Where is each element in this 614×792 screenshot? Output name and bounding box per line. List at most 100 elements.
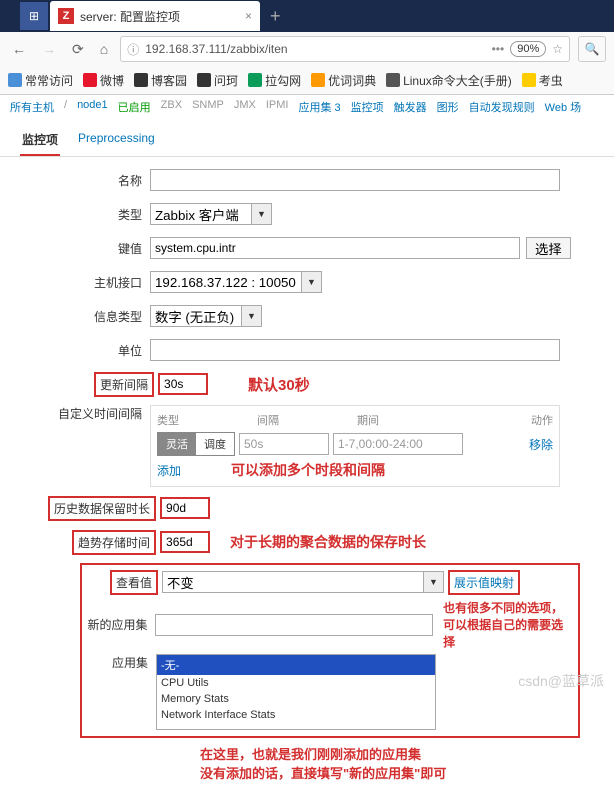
breadcrumb-link[interactable]: 图形 — [437, 99, 459, 115]
url-text: 192.168.37.111/zabbix/iten — [145, 42, 485, 56]
chevron-down-icon[interactable]: ▼ — [251, 204, 271, 224]
bookmark-star-icon[interactable]: ☆ — [552, 42, 563, 56]
trend-label: 趋势存储时间 — [72, 530, 156, 555]
bookmark-item[interactable]: 微博 — [83, 72, 124, 89]
interface-select[interactable]: ▼ — [150, 271, 322, 293]
show-value-label: 查看值 — [110, 570, 158, 595]
interface-label: 主机接口 — [20, 274, 150, 291]
update-interval-label: 更新间隔 — [94, 372, 154, 397]
zabbix-favicon-icon: Z — [58, 8, 74, 24]
annotation: 可以添加多个时段和间隔 — [231, 460, 385, 480]
app-option[interactable]: -无- — [157, 655, 435, 675]
tab-item[interactable]: 监控项 — [20, 125, 60, 156]
key-input[interactable] — [150, 237, 520, 259]
update-interval-input[interactable] — [158, 373, 208, 395]
custom-interval-label: 自定义时间间隔 — [20, 405, 150, 422]
breadcrumb: 所有主机 / node1 已启用 ZBX SNMP JMX IPMI 应用集 3… — [0, 95, 614, 119]
annotation: 没有添加的话，直接填写"新的应用集"即可 — [200, 763, 594, 782]
new-tab-button[interactable]: + — [260, 6, 291, 27]
col-type: 类型 — [157, 412, 257, 428]
new-app-label: 新的应用集 — [86, 616, 155, 633]
breadcrumb-tag: JMX — [234, 99, 256, 115]
url-input[interactable]: ⓘ 192.168.37.111/zabbix/iten ••• 90% ☆ — [120, 36, 570, 62]
info-type-label: 信息类型 — [20, 308, 150, 325]
info-type-select[interactable]: ▼ — [150, 305, 262, 327]
info-icon[interactable]: ⓘ — [127, 41, 139, 58]
browser-chrome: ⊞ Z server: 配置监控项 × + ← → ⟳ ⌂ ⓘ 192.168.… — [0, 0, 614, 95]
breadcrumb-link[interactable]: 自动发现规则 — [469, 99, 535, 115]
history-input[interactable] — [160, 497, 210, 519]
app-option[interactable]: CPU Utils — [157, 675, 435, 691]
unit-input[interactable] — [150, 339, 560, 361]
tab-bar: ⊞ Z server: 配置监控项 × + — [0, 0, 614, 32]
breadcrumb-link[interactable]: 所有主机 — [10, 99, 54, 115]
value-map-link[interactable]: 展示值映射 — [448, 570, 520, 595]
home-button[interactable]: ⌂ — [96, 39, 112, 59]
breadcrumb-link[interactable]: 触发器 — [394, 99, 427, 115]
bookmark-item[interactable]: 常常访问 — [8, 72, 73, 89]
breadcrumb-link[interactable]: 应用集 3 — [298, 99, 340, 115]
interval-period-input[interactable] — [333, 433, 463, 455]
bookmark-item[interactable]: 问珂 — [197, 72, 238, 89]
annotation: 在这里，也就是我们刚刚添加的应用集 — [200, 744, 594, 763]
breadcrumb-link[interactable]: node1 — [77, 99, 108, 115]
app-option[interactable]: Memory Stats — [157, 691, 435, 707]
remove-link[interactable]: 移除 — [529, 436, 553, 453]
app-label: 应用集 — [86, 654, 156, 671]
chevron-down-icon[interactable]: ▼ — [301, 272, 321, 292]
zoom-badge[interactable]: 90% — [510, 41, 546, 57]
browser-logo-icon: ⊞ — [20, 2, 48, 30]
bookmark-item[interactable]: 优词词典 — [311, 72, 376, 89]
unit-label: 单位 — [20, 342, 150, 359]
breadcrumb-link[interactable]: 监控项 — [351, 99, 384, 115]
custom-interval-box: 类型 间隔 期间 动作 灵活 调度 移除 添加 可以添加多个时段和间隔 — [150, 405, 560, 487]
annotation: 也有很多不同的选项， — [443, 599, 574, 616]
col-action: 动作 — [497, 412, 553, 428]
bookmark-item[interactable]: 考虫 — [522, 72, 563, 89]
show-value-select[interactable]: ▼ — [162, 571, 444, 593]
address-bar: ← → ⟳ ⌂ ⓘ 192.168.37.111/zabbix/iten •••… — [0, 32, 614, 66]
tab-preprocessing[interactable]: Preprocessing — [76, 125, 157, 156]
browser-tab[interactable]: Z server: 配置监控项 × — [50, 1, 260, 31]
forward-button[interactable]: → — [38, 39, 60, 59]
breadcrumb-tag: IPMI — [266, 99, 289, 115]
bookmark-item[interactable]: Linux命令大全(手册) — [386, 72, 512, 89]
key-label: 键值 — [20, 240, 150, 257]
search-button[interactable]: 🔍 — [578, 36, 606, 62]
app-listbox[interactable]: -无- CPU Utils Memory Stats Network Inter… — [156, 654, 436, 730]
breadcrumb-link[interactable]: Web 场 — [545, 99, 581, 115]
page-tabs: 监控项 Preprocessing — [0, 119, 614, 157]
new-app-input[interactable] — [155, 614, 433, 636]
history-label: 历史数据保留时长 — [48, 496, 156, 521]
col-interval: 间隔 — [257, 412, 357, 428]
chevron-down-icon[interactable]: ▼ — [241, 306, 261, 326]
interval-value-input[interactable] — [239, 433, 329, 455]
annotation: 可以根据自己的需要选择 — [443, 616, 574, 650]
type-label: 类型 — [20, 206, 150, 223]
trend-input[interactable] — [160, 531, 210, 553]
type-select[interactable]: ▼ — [150, 203, 272, 225]
tab-title: server: 配置监控项 — [80, 8, 239, 25]
app-option[interactable]: Network Interface Stats — [157, 707, 435, 723]
toggle-flexible[interactable]: 灵活 — [158, 433, 196, 455]
bookmark-item[interactable]: 拉勾网 — [248, 72, 301, 89]
close-icon[interactable]: × — [245, 9, 252, 23]
chevron-down-icon[interactable]: ▼ — [423, 572, 443, 592]
breadcrumb-status: 已启用 — [118, 99, 151, 115]
bookmark-item[interactable]: 博客园 — [134, 72, 187, 89]
add-link[interactable]: 添加 — [157, 462, 181, 479]
back-button[interactable]: ← — [8, 39, 30, 59]
breadcrumb-tag: ZBX — [161, 99, 182, 115]
col-period: 期间 — [357, 412, 497, 428]
annotation: 默认30秒 — [248, 374, 310, 395]
breadcrumb-tag: SNMP — [192, 99, 224, 115]
interval-type-toggle[interactable]: 灵活 调度 — [157, 432, 235, 456]
annotation: 对于长期的聚合数据的保存时长 — [230, 532, 426, 552]
name-label: 名称 — [20, 172, 150, 189]
url-more-icon[interactable]: ••• — [492, 42, 505, 56]
key-select-button[interactable]: 选择 — [526, 237, 571, 259]
bookmark-bar: 常常访问 微博 博客园 问珂 拉勾网 优词词典 Linux命令大全(手册) 考虫 — [0, 66, 614, 94]
reload-button[interactable]: ⟳ — [68, 39, 88, 60]
toggle-schedule[interactable]: 调度 — [196, 433, 234, 455]
name-input[interactable] — [150, 169, 560, 191]
